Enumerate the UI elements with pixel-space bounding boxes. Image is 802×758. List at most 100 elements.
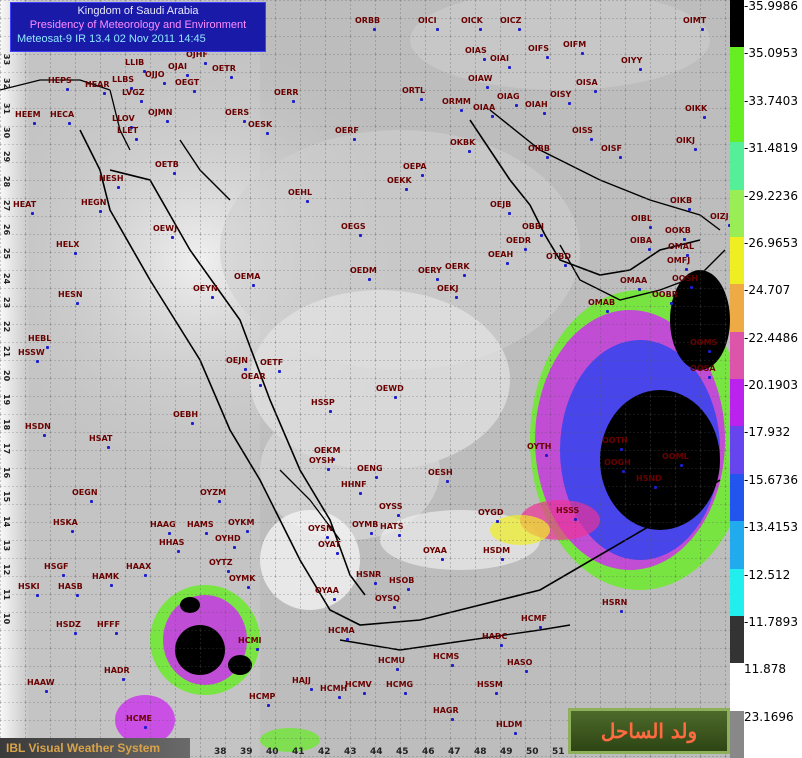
station-dot bbox=[252, 284, 255, 287]
station-dot bbox=[338, 696, 341, 699]
scale-swatch bbox=[730, 284, 744, 332]
station-label: OEJB bbox=[490, 200, 512, 209]
station-label: OKBK bbox=[450, 138, 476, 147]
station-label: OEPA bbox=[403, 162, 427, 171]
station-dot bbox=[193, 90, 196, 93]
station-label: HSSP bbox=[311, 398, 335, 407]
station-dot bbox=[540, 234, 543, 237]
station-dot bbox=[620, 610, 623, 613]
longitude-label: 51 bbox=[552, 747, 565, 757]
station-dot bbox=[205, 532, 208, 535]
station-dot bbox=[622, 470, 625, 473]
station-dot bbox=[420, 98, 423, 101]
station-label: LLOV bbox=[112, 114, 135, 123]
latitude-label: 23 bbox=[2, 297, 11, 309]
station-dot bbox=[353, 138, 356, 141]
station-label: OOTH bbox=[602, 436, 628, 445]
station-dot bbox=[683, 238, 686, 241]
title-line-2: Presidency of Meteorology and Environmen… bbox=[29, 19, 247, 31]
station-label: OETR bbox=[212, 64, 236, 73]
station-dot bbox=[455, 296, 458, 299]
scale-swatch bbox=[730, 379, 744, 427]
station-dot bbox=[708, 376, 711, 379]
station-dot bbox=[90, 500, 93, 503]
scale-swatch bbox=[730, 710, 744, 758]
latitude-label: 22 bbox=[2, 321, 11, 333]
station-label: OERK bbox=[445, 262, 470, 271]
station-label: OIMT bbox=[683, 16, 707, 25]
longitude-label: 40 bbox=[266, 747, 279, 757]
station-dot bbox=[292, 100, 295, 103]
station-label: OTBD bbox=[546, 252, 571, 261]
station-dot bbox=[546, 156, 549, 159]
station-dot bbox=[230, 76, 233, 79]
station-label: HHAS bbox=[159, 538, 185, 547]
station-dot bbox=[107, 446, 110, 449]
station-label: OYSN bbox=[308, 524, 333, 533]
station-dot bbox=[514, 732, 517, 735]
station-label: OIBL bbox=[631, 214, 652, 223]
station-dot bbox=[359, 234, 362, 237]
latitude-label: 12 bbox=[2, 564, 11, 576]
station-label: OEMA bbox=[234, 272, 261, 281]
color-scale-legend: -35.9986 -35.0953 -33.7403 -31.4819 -29.2236… bbox=[730, 0, 802, 758]
station-dot bbox=[243, 120, 246, 123]
longitude-label: 42 bbox=[318, 747, 331, 757]
station-dot bbox=[525, 670, 528, 673]
station-dot bbox=[244, 368, 247, 371]
station-label: OEKK bbox=[387, 176, 412, 185]
station-dot bbox=[375, 476, 378, 479]
station-label: HSDM bbox=[483, 546, 511, 555]
station-dot bbox=[76, 302, 79, 305]
station-label: HADR bbox=[104, 666, 130, 675]
station-dot bbox=[363, 692, 366, 695]
station-dot bbox=[524, 248, 527, 251]
scale-swatch bbox=[730, 615, 744, 664]
station-label: OYMB bbox=[352, 520, 379, 529]
scale-value: -26.9653 bbox=[744, 235, 798, 250]
station-dot bbox=[310, 688, 313, 691]
station-label: OEDR bbox=[506, 236, 532, 245]
station-label: HEAR bbox=[85, 80, 110, 89]
station-label: OYSS bbox=[379, 502, 403, 511]
station-dot bbox=[36, 594, 39, 597]
station-label: OETF bbox=[260, 358, 284, 367]
station-label: OESK bbox=[248, 120, 273, 129]
station-label: HECA bbox=[50, 110, 75, 119]
station-dot bbox=[62, 574, 65, 577]
station-dot bbox=[144, 574, 147, 577]
station-label: HCME bbox=[126, 714, 152, 723]
station-dot bbox=[508, 212, 511, 215]
satellite-map[interactable]: Kingdom of Saudi Arabia Presidency of Me… bbox=[0, 0, 730, 758]
station-dot bbox=[259, 384, 262, 387]
station-dot bbox=[140, 100, 143, 103]
station-dot bbox=[648, 248, 651, 251]
station-label: HEBL bbox=[28, 334, 52, 343]
station-dot bbox=[333, 598, 336, 601]
station-label: OIAI bbox=[490, 54, 509, 63]
station-label: OERF bbox=[335, 126, 359, 135]
station-label: OYHD bbox=[215, 534, 241, 543]
station-label: OEGT bbox=[175, 78, 200, 87]
station-dot bbox=[135, 138, 138, 141]
station-dot bbox=[306, 200, 309, 203]
station-label: OYGD bbox=[478, 508, 504, 517]
station-dot bbox=[45, 690, 48, 693]
longitude-label: 43 bbox=[344, 747, 357, 757]
station-dot bbox=[446, 480, 449, 483]
station-label: HSAT bbox=[89, 434, 113, 443]
station-dot bbox=[336, 552, 339, 555]
station-dot bbox=[43, 434, 46, 437]
station-dot bbox=[247, 586, 250, 589]
station-label: OESH bbox=[428, 468, 453, 477]
station-dot bbox=[515, 104, 518, 107]
station-label: ORMM bbox=[442, 97, 471, 106]
longitude-label: 44 bbox=[370, 747, 383, 757]
station-label: OOMS bbox=[690, 338, 718, 347]
scale-value: -11.7893 bbox=[744, 614, 798, 629]
scale-swatch bbox=[730, 236, 744, 285]
station-label: OJJO bbox=[145, 70, 165, 79]
station-dot bbox=[31, 212, 34, 215]
latitude-label: 30 bbox=[2, 126, 11, 139]
satellite-imagery bbox=[0, 0, 730, 758]
